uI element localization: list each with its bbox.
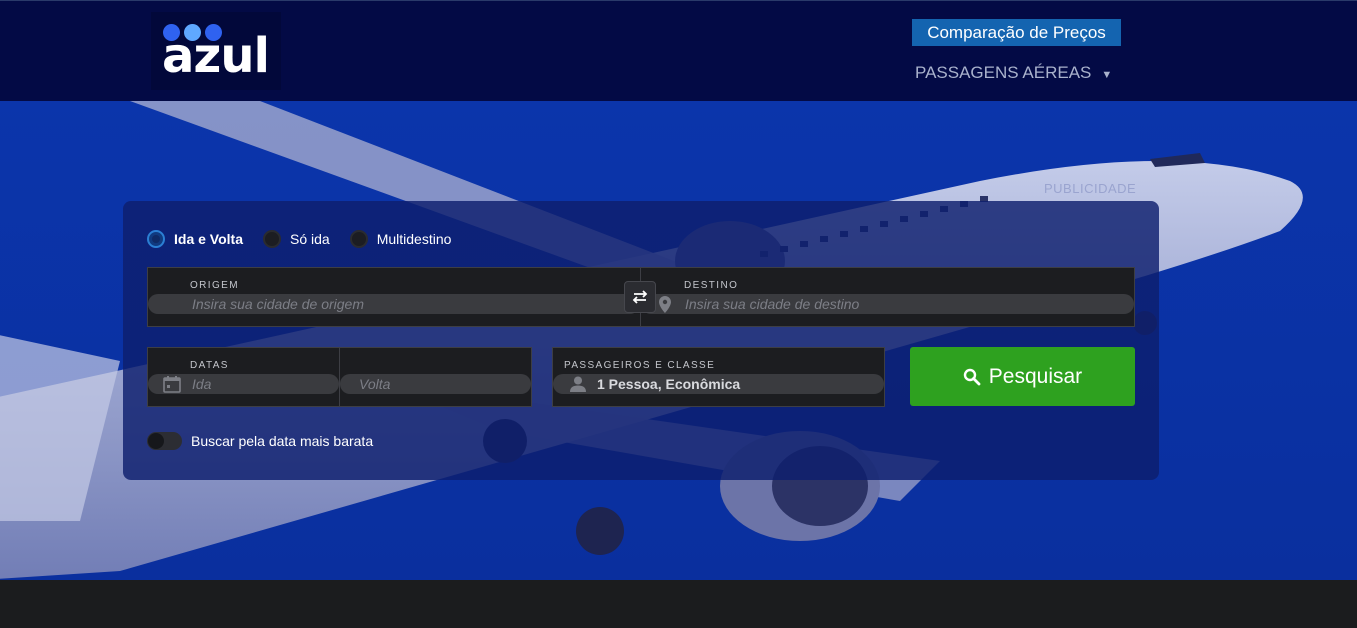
flights-nav-menu[interactable]: PASSAGENS AÉREAS ▼ xyxy=(915,63,1112,83)
origin-field: ORIGEM xyxy=(147,267,641,327)
destination-input[interactable] xyxy=(641,294,1134,314)
search-button-label: Pesquisar xyxy=(988,364,1083,388)
trip-type-label: Ida e Volta xyxy=(174,231,243,247)
search-icon xyxy=(963,368,981,385)
flights-nav-label: PASSAGENS AÉREAS xyxy=(915,63,1092,82)
person-icon xyxy=(570,376,586,392)
toggle-knob xyxy=(148,433,164,449)
trip-type-label: Multidestino xyxy=(376,231,452,247)
logo-text: azul xyxy=(162,28,270,84)
origin-label: ORIGEM xyxy=(190,280,239,291)
return-date-field xyxy=(339,347,532,407)
cheapest-date-toggle[interactable] xyxy=(147,432,182,450)
dates-label: DATAS xyxy=(190,360,229,371)
flight-search-panel: Ida e Volta Só ida Multidestino ORIGEM D… xyxy=(123,201,1159,480)
destination-field: DESTINO xyxy=(640,267,1135,327)
swap-button[interactable] xyxy=(624,281,656,313)
map-pin-icon xyxy=(659,296,671,313)
trip-type-multicity[interactable]: Multidestino xyxy=(349,230,452,248)
destination-label: DESTINO xyxy=(684,280,739,291)
chevron-down-icon: ▼ xyxy=(1101,68,1113,81)
calendar-icon xyxy=(163,376,181,393)
hero-banner: PUBLICIDADE Ida e Volta Só ida Multidest… xyxy=(0,101,1357,580)
search-button[interactable]: Pesquisar xyxy=(910,347,1135,406)
price-comparison-link[interactable]: Comparação de Preços xyxy=(912,19,1121,46)
azul-logo[interactable]: azul xyxy=(151,12,281,90)
trip-type-label: Só ida xyxy=(289,231,330,247)
trip-type-round[interactable]: Ida e Volta xyxy=(147,230,243,248)
swap-arrows-icon xyxy=(632,290,648,304)
passengers-label: PASSAGEIROS E CLASSE xyxy=(564,360,716,371)
origin-input[interactable] xyxy=(148,294,640,314)
depart-date-field: DATAS xyxy=(147,347,340,407)
passengers-value: 1 Pessoa, Econômica xyxy=(597,376,741,392)
trip-type-oneway[interactable]: Só ida xyxy=(262,230,330,248)
site-header: azul Comparação de Preços PASSAGENS AÉRE… xyxy=(0,0,1357,101)
radio-unselected-icon xyxy=(349,230,368,248)
radio-selected-icon xyxy=(147,230,165,248)
cheapest-date-label: Buscar pela data mais barata xyxy=(191,433,374,449)
page-footer-area xyxy=(0,580,1357,628)
advertising-label: PUBLICIDADE xyxy=(1044,181,1137,196)
radio-unselected-icon xyxy=(262,230,281,248)
return-date-input[interactable] xyxy=(340,374,531,394)
trip-type-selector: Ida e Volta Só ida Multidestino xyxy=(147,230,471,248)
